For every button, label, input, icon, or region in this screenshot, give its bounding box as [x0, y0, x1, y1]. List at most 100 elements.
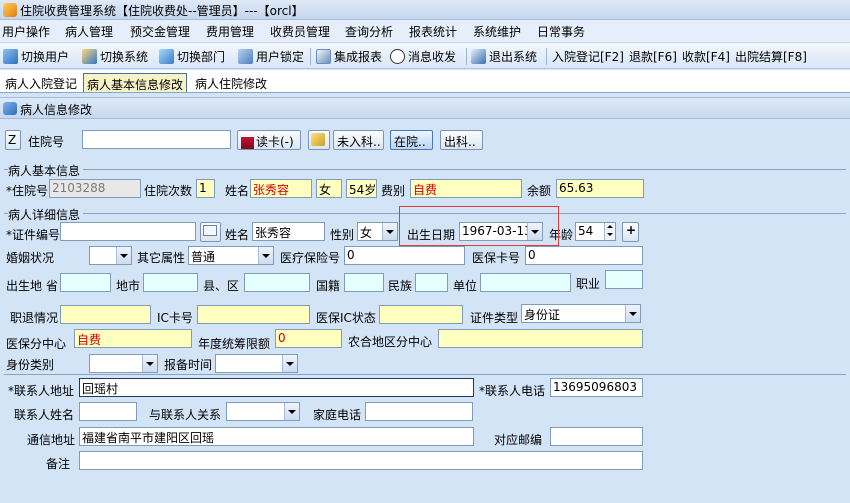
discharged-button[interactable]: 出科..	[440, 130, 483, 150]
ic-status-input[interactable]	[379, 305, 463, 324]
insurance-card-input[interactable]: 0	[525, 246, 643, 265]
admission-no-input[interactable]	[82, 130, 231, 149]
gender-select[interactable]: 女	[357, 222, 398, 241]
age-stepper[interactable]: 54	[575, 222, 616, 241]
admit-button[interactable]: 入院登记[F2]	[552, 47, 624, 65]
rural-center-label: 农合地区分中心	[348, 335, 433, 349]
add-button[interactable]: +	[622, 222, 639, 242]
report-button[interactable]: 集成报表	[316, 47, 382, 65]
exit-button[interactable]: 退出系统	[471, 47, 537, 65]
tab-patient-edit[interactable]: 病人基本信息修改	[83, 73, 188, 92]
read-card-button[interactable]: 读卡(-)	[237, 130, 301, 150]
nationality-input[interactable]	[344, 273, 384, 292]
employer-input[interactable]	[480, 273, 571, 292]
discharge-button[interactable]: 出院结算[F8]	[735, 47, 807, 65]
insurance-no-input[interactable]: 0	[344, 246, 465, 265]
basic-info-group	[4, 169, 846, 170]
z-button[interactable]: Z	[5, 130, 21, 150]
rural-center-input[interactable]	[438, 329, 643, 348]
spin-icon	[604, 223, 615, 240]
retire-input[interactable]	[60, 305, 151, 324]
menu-deposit-mgmt[interactable]: 预交金管理	[130, 23, 190, 40]
annual-limit-label: 年度统筹限额	[198, 337, 271, 351]
toolbar-separator	[546, 48, 547, 65]
card-icon	[241, 136, 254, 149]
marital-select[interactable]	[89, 246, 132, 265]
postcode-label: 对应邮编	[494, 433, 543, 447]
center-input[interactable]: 自费	[74, 329, 192, 348]
app-icon	[3, 3, 17, 17]
basic-name-field[interactable]: 张秀容	[250, 179, 312, 198]
mail-address-input[interactable]: 福建省南平市建阳区回瑶	[79, 427, 474, 446]
retire-label: 职退情况	[10, 311, 59, 325]
basic-admission-no-label: *住院号	[6, 184, 49, 198]
clear-button[interactable]	[308, 130, 330, 150]
visit-count-field[interactable]: 1	[196, 179, 215, 198]
home-phone-label: 家庭电话	[313, 408, 362, 422]
contact-name-input[interactable]	[79, 402, 137, 421]
contact-address-input[interactable]: 回瑶村	[79, 378, 474, 397]
report-time-select[interactable]	[215, 354, 298, 373]
balance-label: 余额	[527, 184, 552, 198]
home-phone-input[interactable]	[365, 402, 473, 421]
basic-age-field[interactable]: 54岁	[346, 179, 377, 198]
tab-inpatient-edit[interactable]: 病人住院修改	[192, 73, 270, 92]
menu-user-ops[interactable]: 用户操作	[2, 23, 50, 40]
in-hospital-button[interactable]: 在院..	[390, 130, 433, 150]
remark-input[interactable]	[79, 451, 643, 470]
insurance-card-label: 医保卡号	[472, 251, 521, 265]
balance-field[interactable]: 65.63	[556, 179, 644, 198]
relation-select[interactable]	[226, 402, 300, 421]
menu-query[interactable]: 查询分析	[345, 23, 393, 40]
annual-limit-input[interactable]: 0	[275, 329, 342, 348]
province-label: 省	[46, 279, 59, 293]
occupation-input[interactable]	[605, 270, 643, 289]
not-admitted-button[interactable]: 未入科..	[333, 130, 384, 150]
other-attr-select[interactable]: 普通	[188, 246, 274, 265]
fee-type-label: 费别	[381, 184, 406, 198]
id-no-input[interactable]	[60, 222, 196, 241]
city-input[interactable]	[143, 273, 198, 292]
county-input[interactable]	[244, 273, 310, 292]
switch-icon	[82, 48, 97, 64]
ic-status-label: 医保IC状态	[316, 311, 376, 325]
chevron-down-icon	[382, 223, 397, 240]
birth-date-highlight	[399, 206, 559, 246]
id-card-button[interactable]	[200, 222, 221, 242]
switch-dept-button[interactable]: 切换部门	[159, 47, 225, 65]
menu-cashier-mgmt[interactable]: 收费员管理	[270, 23, 330, 40]
county-label: 县、区	[203, 279, 240, 293]
contact-phone-input[interactable]: 13695096803	[550, 378, 643, 397]
collect-button[interactable]: 收款[F4]	[682, 47, 730, 65]
menu-sys-maint[interactable]: 系统维护	[473, 23, 521, 40]
tab-admission[interactable]: 病人入院登记	[2, 73, 80, 92]
switch-user-button[interactable]: 切换用户	[3, 47, 69, 65]
identity-select[interactable]	[89, 354, 158, 373]
basic-gender-field[interactable]: 女	[316, 179, 342, 198]
window-title: 住院收费管理系统【住院收费处--管理员】---【orcl】	[20, 4, 304, 18]
lock-icon	[238, 48, 253, 64]
lock-user-button[interactable]: 用户锁定	[238, 47, 304, 65]
switch-system-button[interactable]: 切换系统	[82, 47, 148, 65]
fee-type-field[interactable]: 自费	[410, 179, 522, 198]
basic-admission-no-field: 2103288	[49, 179, 141, 198]
province-input[interactable]	[60, 273, 111, 292]
message-button[interactable]: 消息收发	[390, 47, 456, 65]
ethnicity-label: 民族	[388, 279, 413, 293]
id-card-icon	[203, 225, 217, 236]
menu-reports[interactable]: 报表统计	[409, 23, 457, 40]
ethnicity-input[interactable]	[415, 273, 448, 292]
mail-address-label: 通信地址	[27, 433, 76, 447]
nationality-label: 国籍	[316, 279, 341, 293]
exit-icon	[471, 48, 486, 64]
menu-fee-mgmt[interactable]: 费用管理	[206, 23, 254, 40]
menu-daily[interactable]: 日常事务	[537, 23, 585, 40]
visit-count-label: 住院次数	[144, 184, 193, 198]
ic-input[interactable]	[197, 305, 310, 324]
cert-type-select[interactable]: 身份证	[521, 304, 641, 323]
panel-icon	[3, 102, 17, 115]
detail-name-input[interactable]: 张秀容	[252, 222, 325, 241]
menu-patient-mgmt[interactable]: 病人管理	[65, 23, 113, 40]
refund-button[interactable]: 退款[F6]	[629, 47, 677, 65]
postcode-input[interactable]	[550, 427, 643, 446]
